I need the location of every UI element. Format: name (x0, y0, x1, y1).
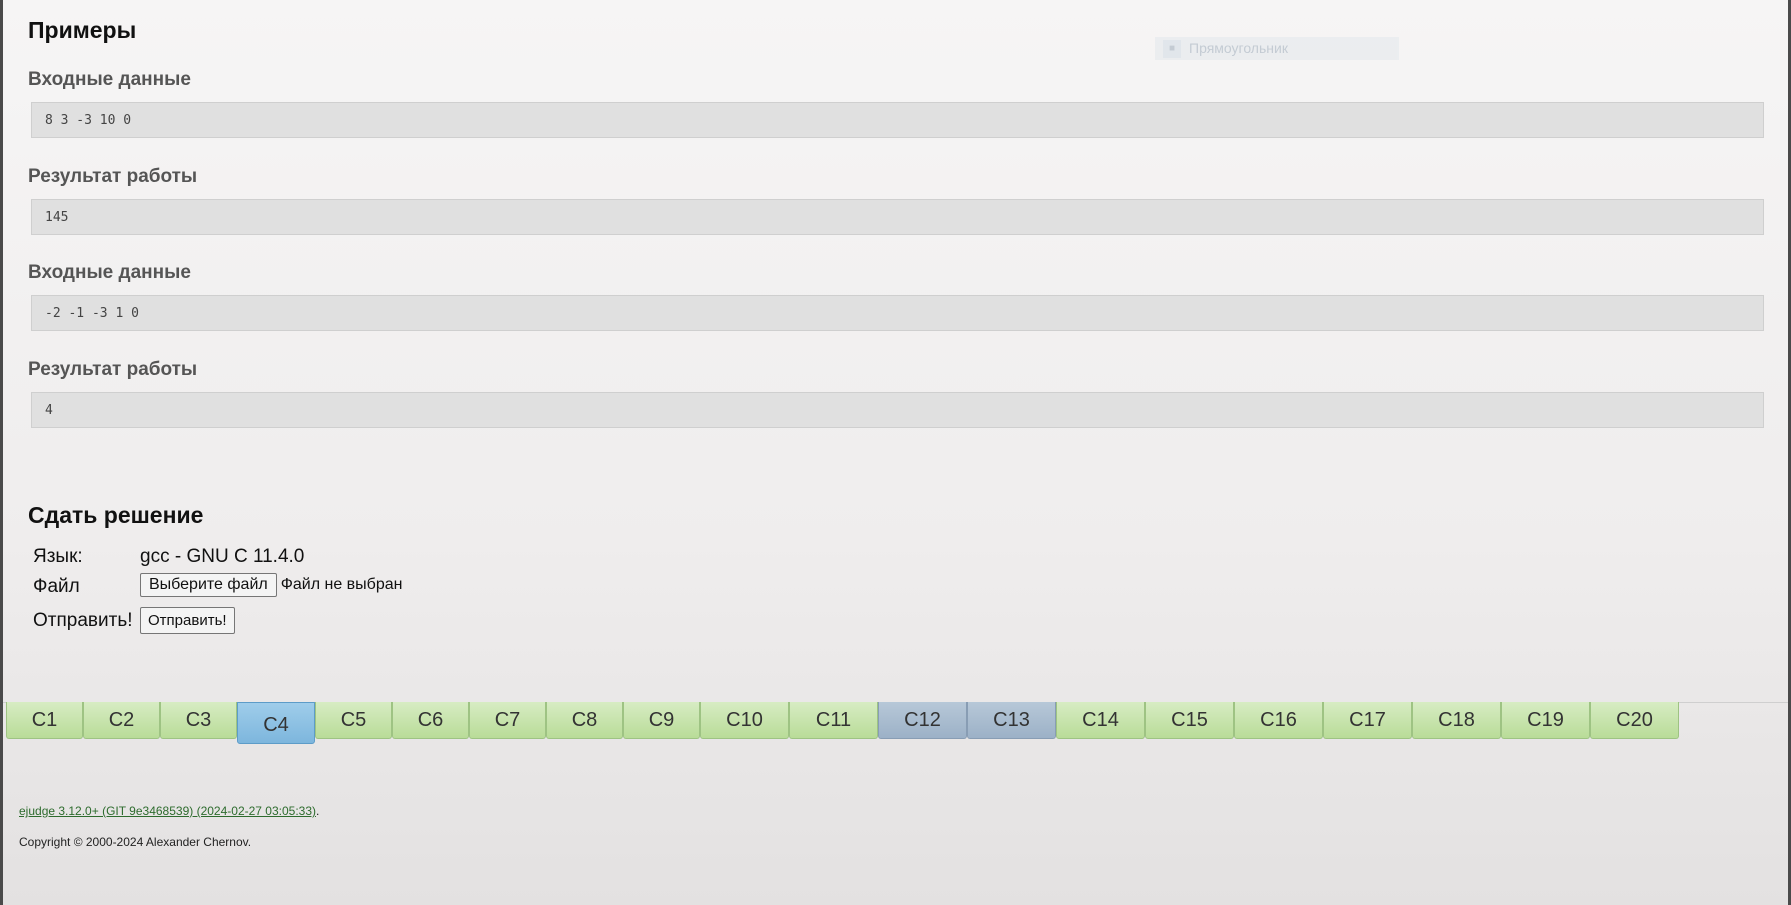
example-2-input-box: -2 -1 -3 1 0 (31, 295, 1764, 331)
example-2-output-heading: Результат работы (28, 359, 198, 380)
tab-c7[interactable]: C7 (469, 702, 546, 739)
tab-c8[interactable]: C8 (546, 702, 623, 739)
faded-shape-tooltip: ■ Прямоугольник (1155, 37, 1399, 60)
tab-c3[interactable]: C3 (160, 702, 237, 739)
version-suffix: . (316, 804, 320, 818)
tab-c9[interactable]: C9 (623, 702, 700, 739)
example-2-output-box: 4 (31, 392, 1764, 428)
example-1-output-box: 145 (31, 199, 1764, 235)
choose-file-button[interactable]: Выберите файл (140, 573, 277, 597)
ejudge-version-link[interactable]: ejudge 3.12.0+ (GIT 9e3468539) (2024-02-… (19, 804, 316, 818)
tab-c19[interactable]: C19 (1501, 702, 1590, 739)
example-1-output-heading: Результат работы (28, 166, 198, 187)
example-1-input-box: 8 3 -3 10 0 (31, 102, 1764, 138)
footer-version: ejudge 3.12.0+ (GIT 9e3468539) (2024-02-… (19, 804, 319, 818)
tab-c12[interactable]: C12 (878, 702, 967, 739)
tab-c5[interactable]: C5 (315, 702, 392, 739)
file-status: Файл не выбран (280, 576, 403, 593)
tab-c17[interactable]: C17 (1323, 702, 1412, 739)
tab-c6[interactable]: C6 (392, 702, 469, 739)
tab-c13[interactable]: C13 (967, 702, 1056, 739)
tab-c20[interactable]: C20 (1590, 702, 1679, 739)
tab-c2[interactable]: C2 (83, 702, 160, 739)
tab-c4[interactable]: C4 (237, 702, 315, 744)
file-label: Файл (33, 576, 80, 597)
tab-c10[interactable]: C10 (700, 702, 789, 739)
file-picker: Выберите файл Файл не выбран (140, 573, 402, 597)
tab-c11[interactable]: C11 (789, 702, 878, 739)
tab-c18[interactable]: C18 (1412, 702, 1501, 739)
rectangle-icon: ■ (1163, 40, 1181, 59)
tab-c15[interactable]: C15 (1145, 702, 1234, 739)
tab-c1[interactable]: C1 (6, 702, 83, 739)
examples-title: Примеры (28, 17, 137, 43)
tab-c14[interactable]: C14 (1056, 702, 1145, 739)
faded-shape-label: Прямоугольник (1189, 40, 1288, 56)
example-1-input-heading: Входные данные (28, 69, 191, 90)
send-label: Отправить! (33, 610, 133, 631)
send-button-wrap: Отправить! (140, 607, 235, 634)
example-2-input-heading: Входные данные (28, 262, 191, 283)
tab-c16[interactable]: C16 (1234, 702, 1323, 739)
footer-copyright: Copyright © 2000-2024 Alexander Chernov. (19, 835, 252, 849)
submit-title: Сдать решение (28, 502, 204, 528)
language-value: gcc - GNU C 11.4.0 (140, 546, 305, 567)
language-label: Язык: (33, 546, 83, 567)
send-button[interactable]: Отправить! (140, 607, 235, 634)
